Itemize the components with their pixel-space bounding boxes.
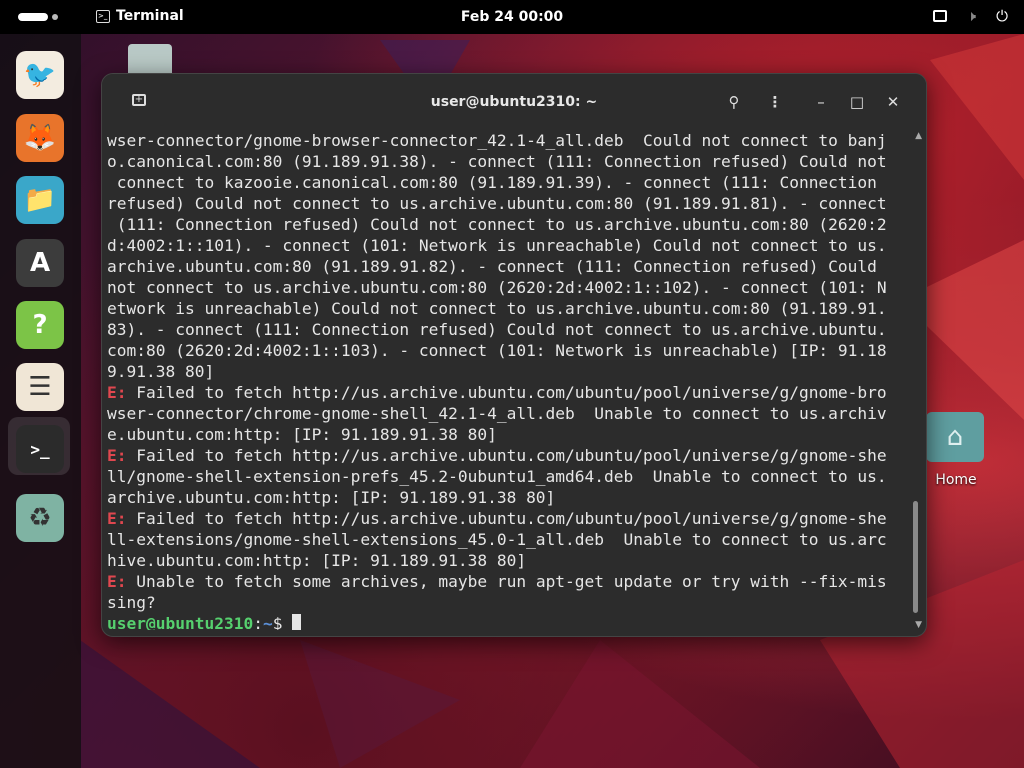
dock-item-settings[interactable]: ☰	[16, 363, 64, 411]
dock: 🐦 🦊 📁 A? ☰ >_ ♻	[0, 34, 81, 768]
terminal-line: archive.ubuntu.com:80 (91.189.91.82). - …	[107, 256, 907, 277]
terminal-line: e.ubuntu.com:http: [IP: 91.189.91.38 80]	[107, 424, 907, 445]
terminal-line: not connect to us.archive.ubuntu.com:80 …	[107, 277, 907, 298]
terminal-line: archive.ubuntu.com:http: [IP: 91.189.91.…	[107, 487, 907, 508]
firefox-icon: 🦊	[23, 123, 57, 153]
text-cursor	[292, 614, 302, 630]
top-bar: >_ Terminal Feb 24 00:00 🕨 ⏻	[0, 0, 1024, 34]
terminal-line: d:4002:1::101). - connect (101: Network …	[107, 235, 907, 256]
volume-icon[interactable]: 🕨	[967, 7, 976, 25]
terminal-line: 9.91.38 80]	[107, 361, 907, 382]
line-text: Failed to fetch http://us.archive.ubuntu…	[126, 509, 887, 528]
line-text: o.canonical.com:80 (91.189.91.38). - con…	[107, 152, 887, 171]
terminal-line: (111: Connection refused) Could not conn…	[107, 214, 907, 235]
search-icon[interactable]: ⚲	[722, 91, 746, 113]
terminal-line: etwork is unreachable) Could not connect…	[107, 298, 907, 319]
terminal-line: sing?	[107, 592, 907, 613]
line-text: 83). - connect (111: Connection refused)…	[107, 320, 887, 339]
terminal-line: ll/gnome-shell-extension-prefs_45.2-0ubu…	[107, 466, 907, 487]
dock-item-terminal[interactable]: >_	[16, 425, 64, 473]
line-text: Unable to fetch some archives, maybe run…	[126, 572, 887, 591]
window-title: user@ubuntu2310: ~	[430, 94, 598, 110]
line-text: sing?	[107, 593, 156, 612]
app-center-icon: A	[29, 248, 51, 278]
terminal-line: E: Failed to fetch http://us.archive.ubu…	[107, 508, 907, 529]
maximize-button[interactable]: □	[845, 91, 869, 113]
line-text: wser-connector/gnome-browser-connector_4…	[107, 131, 887, 150]
home-folder-label: Home	[935, 472, 977, 488]
thunderbird-icon: 🐦	[23, 60, 57, 90]
line-text: ll-extensions/gnome-shell-extensions_45.…	[107, 530, 887, 549]
error-prefix: E:	[107, 509, 127, 528]
screen-icon[interactable]	[932, 10, 947, 22]
system-tray[interactable]: 🕨 ⏻	[932, 7, 1008, 25]
terminal-line: wser-connector/gnome-browser-connector_4…	[107, 130, 907, 151]
terminal-line: wser-connector/chrome-gnome-shell_42.1-4…	[107, 403, 907, 424]
desktop-home-folder[interactable]: ⌂ Home	[926, 412, 986, 488]
scrollbar-thumb[interactable]	[913, 501, 918, 613]
terminal-line: o.canonical.com:80 (91.189.91.38). - con…	[107, 151, 907, 172]
line-text: d:4002:1::101). - connect (101: Network …	[107, 236, 887, 255]
line-text: connect to kazooie.canonical.com:80 (91.…	[107, 173, 877, 192]
scroll-up-icon[interactable]: ▲	[915, 131, 922, 141]
line-text: archive.ubuntu.com:80 (91.189.91.82). - …	[107, 257, 877, 276]
line-text: (111: Connection refused) Could not conn…	[107, 215, 887, 234]
close-button[interactable]: ✕	[881, 91, 905, 113]
line-text: Failed to fetch http://us.archive.ubuntu…	[126, 446, 887, 465]
prompt-symbol: $	[272, 614, 293, 630]
terminal-line: E: Unable to fetch some archives, maybe …	[107, 571, 907, 592]
terminal-line: refused) Could not connect to us.archive…	[107, 193, 907, 214]
trash-icon: ♻	[28, 503, 52, 533]
settings-icon: ☰	[28, 372, 52, 402]
terminal-icon: >_	[30, 439, 50, 459]
terminal-window[interactable]: + user@ubuntu2310: ~ ⚲ ⋮ – □ ✕ wser-conn…	[101, 73, 927, 637]
dock-item-help[interactable]: ?	[16, 301, 64, 349]
dock-item-files[interactable]: 📁	[16, 176, 64, 224]
minimize-button[interactable]: –	[809, 91, 833, 113]
scroll-down-icon[interactable]: ▼	[915, 620, 922, 630]
line-text: archive.ubuntu.com:http: [IP: 91.189.91.…	[107, 488, 556, 507]
terminal-line: connect to kazooie.canonical.com:80 (91.…	[107, 172, 907, 193]
line-text: com:80 (2620:2d:4002:1::103). - connect …	[107, 341, 887, 360]
line-text: 9.91.38 80]	[107, 362, 215, 381]
line-text: etwork is unreachable) Could not connect…	[107, 299, 887, 318]
terminal-line: E: Failed to fetch http://us.archive.ubu…	[107, 382, 907, 403]
line-text: hive.ubuntu.com:http: [IP: 91.189.91.38 …	[107, 551, 527, 570]
dock-item-trash[interactable]: ♻	[16, 494, 64, 542]
prompt-separator: :	[253, 614, 263, 630]
error-prefix: E:	[107, 446, 127, 465]
clock[interactable]: Feb 24 00:00	[0, 9, 1024, 25]
dock-item-firefox[interactable]: 🦊	[16, 114, 64, 162]
help-icon: ?	[32, 310, 48, 340]
desktop-drive-icon[interactable]	[128, 44, 172, 76]
terminal-output[interactable]: wser-connector/gnome-browser-connector_4…	[107, 130, 907, 630]
terminal-line: hive.ubuntu.com:http: [IP: 91.189.91.38 …	[107, 550, 907, 571]
files-icon: 📁	[23, 185, 57, 215]
error-prefix: E:	[107, 572, 127, 591]
line-text: ll/gnome-shell-extension-prefs_45.2-0ubu…	[107, 467, 887, 486]
menu-icon[interactable]: ⋮	[763, 91, 787, 113]
line-text: e.ubuntu.com:http: [IP: 91.189.91.38 80]	[107, 425, 497, 444]
prompt-user: user@ubuntu2310	[107, 614, 254, 630]
line-text: not connect to us.archive.ubuntu.com:80 …	[107, 278, 887, 297]
terminal-titlebar[interactable]: + user@ubuntu2310: ~ ⚲ ⋮ – □ ✕	[102, 74, 926, 130]
prompt-path: ~	[262, 614, 273, 630]
terminal-line: E: Failed to fetch http://us.archive.ubu…	[107, 445, 907, 466]
power-icon[interactable]: ⏻	[996, 7, 1008, 25]
prompt-line[interactable]: user@ubuntu2310:~$	[107, 613, 907, 630]
line-text: refused) Could not connect to us.archive…	[107, 194, 887, 213]
line-text: Failed to fetch http://us.archive.ubuntu…	[126, 383, 887, 402]
home-folder-icon: ⌂	[926, 412, 984, 462]
line-text: wser-connector/chrome-gnome-shell_42.1-4…	[107, 404, 887, 423]
error-prefix: E:	[107, 383, 127, 402]
terminal-line: com:80 (2620:2d:4002:1::103). - connect …	[107, 340, 907, 361]
dock-item-thunderbird[interactable]: 🐦	[16, 51, 64, 99]
dock-item-app-center[interactable]: A	[16, 239, 64, 287]
terminal-line: ll-extensions/gnome-shell-extensions_45.…	[107, 529, 907, 550]
terminal-line: 83). - connect (111: Connection refused)…	[107, 319, 907, 340]
